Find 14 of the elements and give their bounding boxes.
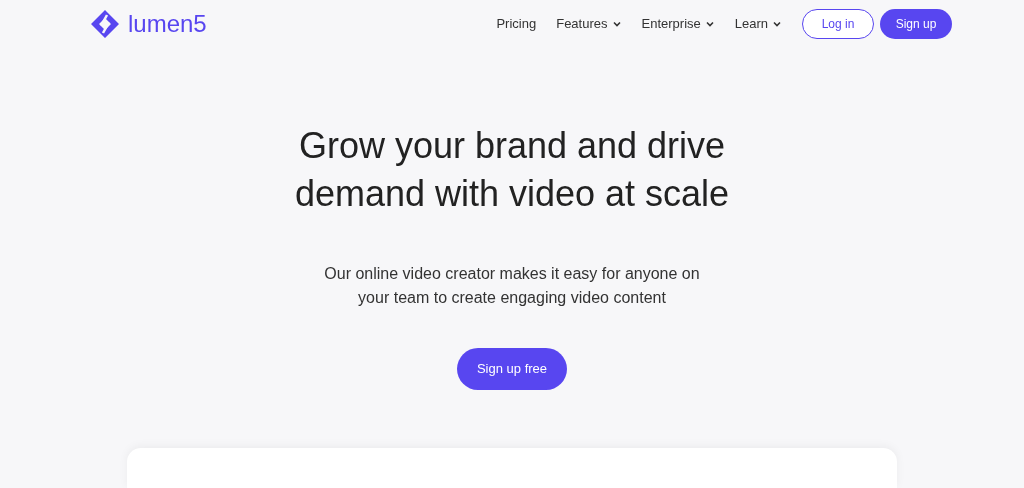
chevron-down-icon [704,19,715,29]
hero-headline: Grow your brand and drive demand with video at scale [293,124,731,216]
nav-link[interactable]: Learn [734,14,782,34]
signup-button[interactable]: Sign up [880,9,952,39]
chevron-down-icon [772,19,782,29]
nav-link[interactable]: Enterprise [641,14,715,34]
hero-subtitle: Our online video creator makes it easy for anyone on your team to create engaging video content [323,264,701,308]
chevron-down-icon [611,19,622,29]
signup-free-button[interactable]: Sign up free [457,348,567,390]
nav-link[interactable]: Features [556,14,622,34]
logo-icon [90,9,120,39]
logo-text: lumen5 [128,9,207,39]
nav-link[interactable]: Pricing [496,14,537,34]
login-button[interactable]: Log in [802,9,874,39]
